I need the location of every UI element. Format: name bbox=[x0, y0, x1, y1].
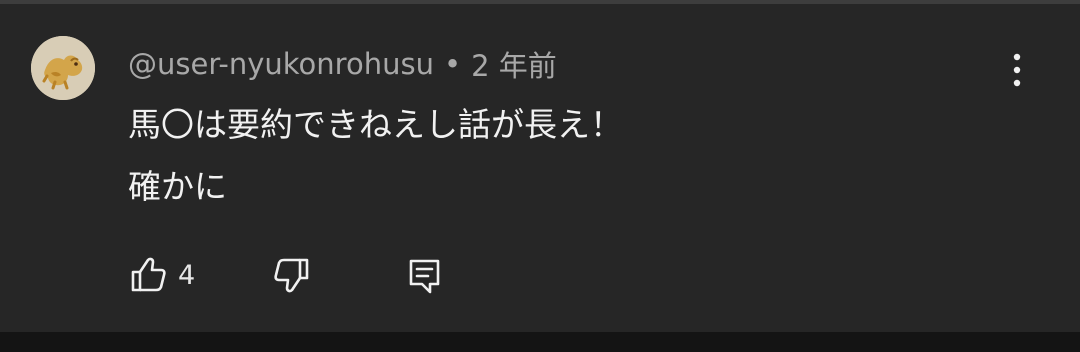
avatar[interactable] bbox=[31, 36, 95, 100]
dislike-button[interactable] bbox=[272, 252, 312, 298]
bottom-divider bbox=[0, 332, 1080, 352]
comment-card: @user-nyukonrohusu • 2 年前 馬〇は要約できねえし話が長え… bbox=[0, 4, 1080, 332]
thumbs-down-icon bbox=[274, 258, 309, 293]
comment-timestamp[interactable]: 2 年前 bbox=[471, 43, 557, 85]
author-name[interactable]: @user-nyukonrohusu bbox=[128, 47, 434, 81]
comment-text-line: 確かに bbox=[128, 167, 227, 206]
thumbs-up-icon bbox=[131, 257, 166, 292]
vertical-more-icon bbox=[1013, 53, 1021, 87]
like-count: 4 bbox=[178, 259, 196, 291]
meta-separator: • bbox=[443, 47, 462, 81]
avatar-image bbox=[31, 36, 95, 100]
more-options-button[interactable] bbox=[1000, 50, 1034, 90]
reply-button[interactable] bbox=[404, 252, 444, 298]
comment-meta: @user-nyukonrohusu • 2 年前 bbox=[128, 42, 557, 86]
reply-comment-icon bbox=[409, 259, 440, 294]
like-button[interactable]: 4 bbox=[128, 252, 195, 298]
comment-text-line: 馬〇は要約できねえし話が長え！ bbox=[128, 105, 623, 144]
